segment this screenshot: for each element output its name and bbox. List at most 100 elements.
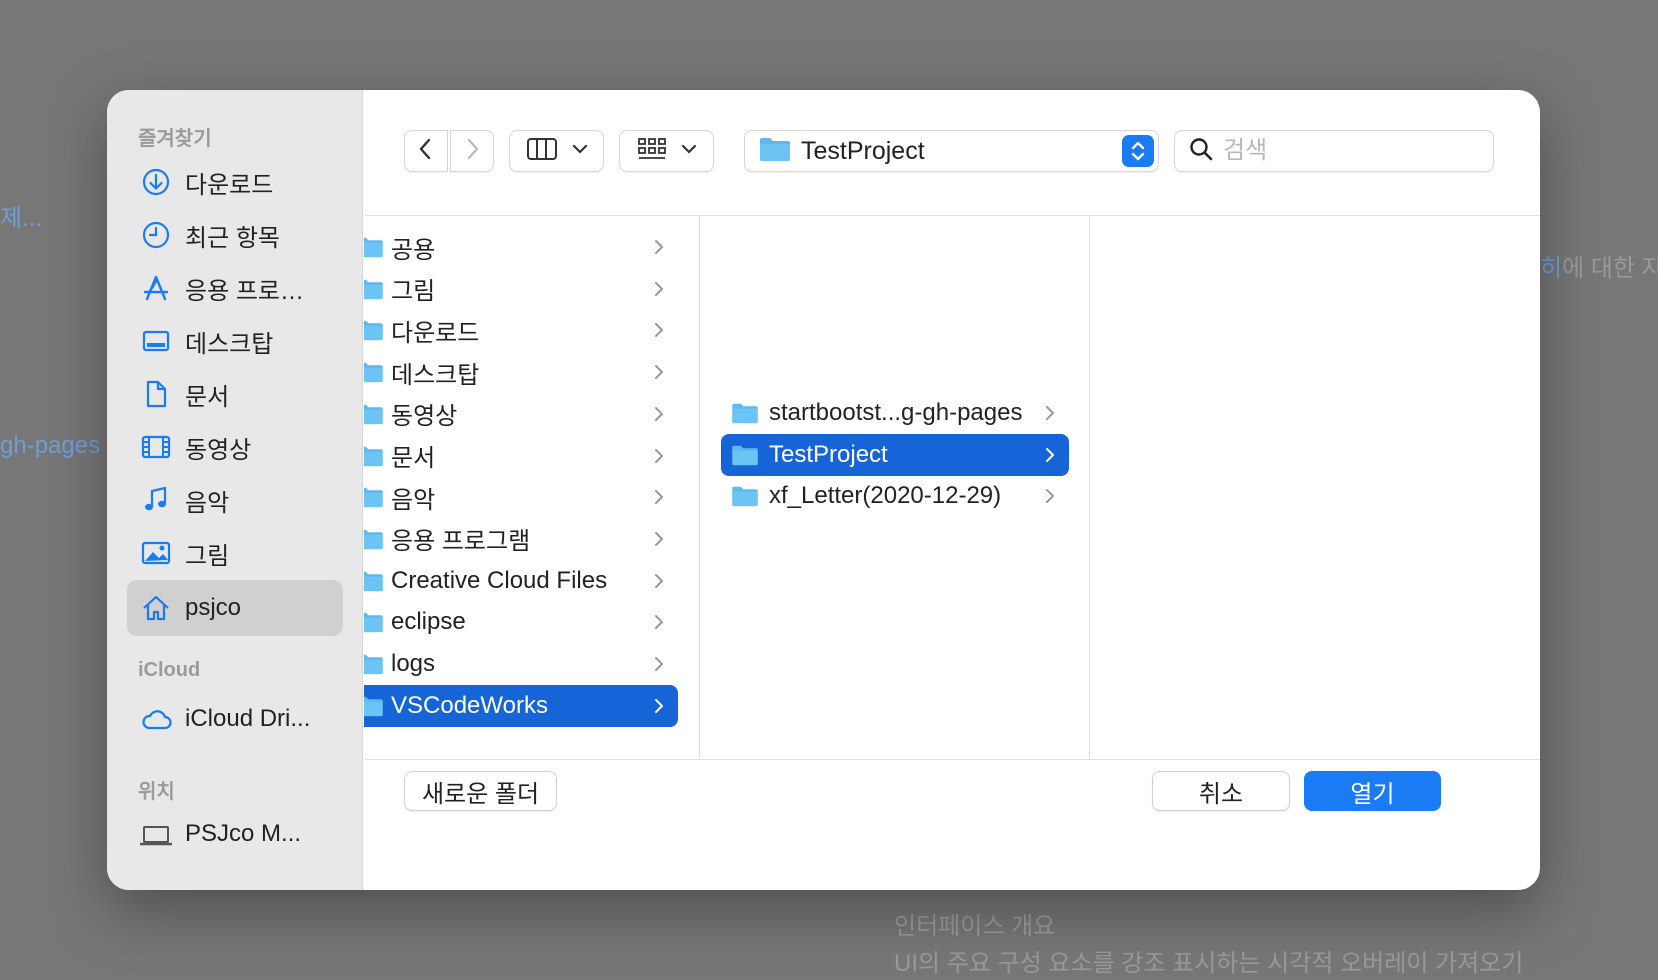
chevron-right-icon — [650, 613, 668, 631]
up-down-arrows-icon — [1122, 135, 1154, 167]
file-row-label: VSCodeWorks — [391, 691, 548, 719]
sidebar-item-music[interactable]: 음악 — [127, 472, 343, 528]
file-row[interactable]: 그림 — [364, 268, 678, 310]
file-row-label: 응용 프로그램 — [391, 528, 531, 556]
chevron-right-icon — [650, 405, 668, 423]
sidebar-item-icloud-drive[interactable]: iCloud Dri... — [127, 691, 343, 747]
file-row[interactable]: Creative Cloud Files — [364, 560, 678, 602]
file-row-label: 그림 — [391, 278, 436, 306]
folder-icon — [364, 361, 384, 383]
chevron-right-icon — [1041, 404, 1059, 422]
sidebar-item-label: 최근 항목 — [185, 224, 280, 252]
file-row[interactable]: logs — [364, 643, 678, 685]
folder-icon — [364, 486, 384, 508]
sidebar-item-downloads[interactable]: 다운로드 — [127, 154, 343, 210]
sidebar-item-movies[interactable]: 동영상 — [127, 419, 343, 475]
photo-icon — [139, 536, 173, 570]
group-by-button[interactable] — [619, 130, 714, 172]
file-row-label: 문서 — [391, 445, 436, 472]
open-button[interactable]: 열기 — [1304, 771, 1441, 811]
folder-icon — [364, 403, 384, 425]
file-row[interactable]: 동영상 — [364, 393, 678, 435]
folder-icon — [364, 653, 384, 675]
file-row-label: eclipse — [391, 608, 466, 636]
chevron-right-icon — [650, 447, 668, 465]
sidebar-item-recents[interactable]: 최근 항목 — [127, 207, 343, 263]
search-field[interactable] — [1174, 130, 1494, 172]
file-row-label: Creative Cloud Files — [391, 566, 608, 594]
sidebar-item-applications[interactable]: 응용 프로… — [127, 260, 343, 316]
browser-pane: TestProject 공용그림다운로드데스크탑동영상문서음악응용 프로그램 Cr… — [364, 90, 1540, 890]
file-row[interactable]: TestProject — [721, 433, 1069, 476]
file-row[interactable]: 문서 — [364, 435, 678, 477]
background-text-left-2: gh-pages — [0, 432, 101, 459]
background-heading: 인터페이스 개요 — [894, 913, 1056, 940]
chevron-right-icon — [650, 697, 668, 715]
sidebar-item-pictures[interactable]: 그림 — [127, 525, 343, 581]
file-row[interactable]: eclipse — [364, 601, 678, 643]
sidebar-item-label: 데스크탑 — [185, 330, 274, 358]
folder-icon — [731, 444, 759, 466]
file-row-label: logs — [391, 650, 436, 677]
film-icon — [139, 430, 173, 464]
folder-icon — [364, 445, 384, 467]
folder-icon — [364, 319, 384, 341]
chevron-right-icon — [650, 321, 668, 339]
folder-icon — [364, 236, 384, 258]
chevron-right-icon — [462, 137, 482, 166]
background-text-left-1: 제... — [0, 205, 43, 232]
file-row[interactable]: xf_Letter(2020-12-29) — [721, 475, 1069, 517]
file-row-label: TestProject — [769, 440, 888, 468]
download-icon — [139, 165, 173, 199]
laptop-icon — [139, 817, 173, 851]
home-icon — [139, 591, 173, 625]
sidebar-item-label: 음악 — [185, 489, 230, 517]
cancel-button[interactable]: 취소 — [1152, 771, 1290, 811]
chevron-right-icon — [650, 363, 668, 381]
folder-icon — [731, 402, 759, 424]
column-1: 공용그림다운로드 데스크탑 동영상문서음악응용 프로그램 Creative Cloud… — [364, 216, 700, 759]
sidebar-item-label: 다운로드 — [185, 171, 274, 199]
folder-icon — [364, 570, 384, 592]
back-button[interactable] — [404, 130, 448, 172]
sidebar-item-documents[interactable]: 문서 — [127, 366, 343, 422]
sidebar-item-label: 동영상 — [185, 436, 252, 464]
app-store-icon — [139, 271, 173, 305]
sidebar-item-desktop[interactable]: 데스크탑 — [127, 313, 343, 369]
folder-icon — [364, 528, 384, 550]
new-folder-button[interactable]: 새로운 폴더 — [404, 771, 557, 811]
file-row[interactable]: 음악 — [364, 476, 678, 518]
chevron-right-icon — [650, 238, 668, 256]
file-row[interactable]: 공용 — [364, 226, 678, 268]
file-row[interactable]: 데스크탑 — [364, 351, 678, 393]
music-icon — [139, 483, 173, 517]
column-browser: 공용그림다운로드 데스크탑 동영상문서음악응용 프로그램 Creative Cloud… — [364, 215, 1540, 760]
column-2: startbootst...g-gh-pages TestProject xf_Le… — [701, 216, 1090, 759]
file-row-label: xf_Letter(2020-12-29) — [769, 482, 1002, 510]
sidebar-item-home[interactable]: psjco — [127, 580, 343, 636]
sidebar-item-computer[interactable]: PSJco M... — [127, 806, 343, 862]
file-row[interactable]: startbootst...g-gh-pages — [721, 392, 1069, 434]
background-text-right: 히에 대한 자 — [1540, 255, 1658, 282]
sidebar-section-locations: 위치 — [138, 781, 175, 803]
chevron-left-icon — [416, 137, 436, 166]
chevron-down-icon — [681, 142, 697, 160]
folder-icon — [364, 278, 384, 300]
search-input[interactable] — [1223, 137, 1473, 165]
location-popup[interactable]: TestProject — [744, 130, 1159, 172]
clock-icon — [139, 218, 173, 252]
file-row[interactable]: VSCodeWorks — [364, 684, 678, 727]
grid-icon — [637, 137, 667, 166]
background-description: UI의 주요 구성 요소를 강조 표시하는 시각적 오버레이 가져오기 — [894, 950, 1524, 977]
file-row[interactable]: 다운로드 — [364, 309, 678, 351]
sidebar-item-label: PSJco M... — [185, 820, 302, 847]
file-row-label: startbootst...g-gh-pages — [769, 399, 1023, 426]
chevron-right-icon — [650, 655, 668, 673]
file-row[interactable]: 응용 프로그램 — [364, 518, 678, 560]
chevron-right-icon — [650, 280, 668, 298]
column-3 — [1091, 216, 1540, 759]
sidebar: 즐겨찾기 다운로드 최근 항목 응용 프로… 데스크탑 문서 동영상 음악 그림… — [107, 90, 363, 890]
document-icon — [139, 377, 173, 411]
view-mode-button[interactable] — [509, 130, 604, 172]
forward-button[interactable] — [450, 130, 494, 172]
